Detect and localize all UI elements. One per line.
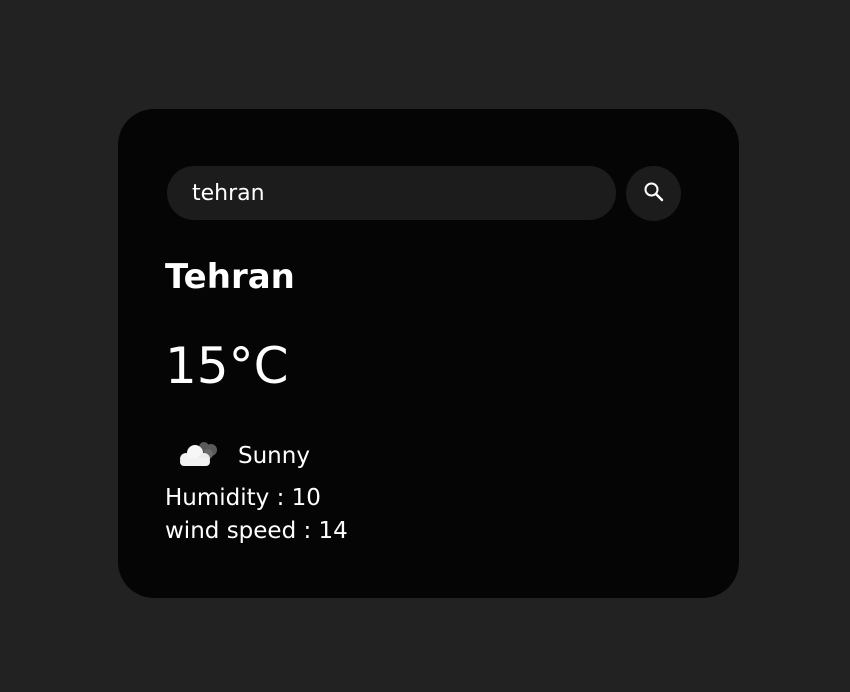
cloud-icon xyxy=(174,436,220,476)
condition-label: Sunny xyxy=(238,443,310,469)
search-icon xyxy=(643,181,665,206)
wind-speed-label: wind speed : 14 xyxy=(165,518,348,544)
city-name: Tehran xyxy=(165,257,295,297)
search-bar xyxy=(167,166,682,221)
search-button[interactable] xyxy=(626,166,681,221)
humidity-label: Humidity : 10 xyxy=(165,485,321,511)
search-input[interactable] xyxy=(167,166,616,220)
weather-card: Tehran 15°C Sunny Humidity : 10 wind spe… xyxy=(118,109,739,598)
weather-condition: Sunny xyxy=(174,436,310,476)
temperature: 15°C xyxy=(165,337,289,395)
